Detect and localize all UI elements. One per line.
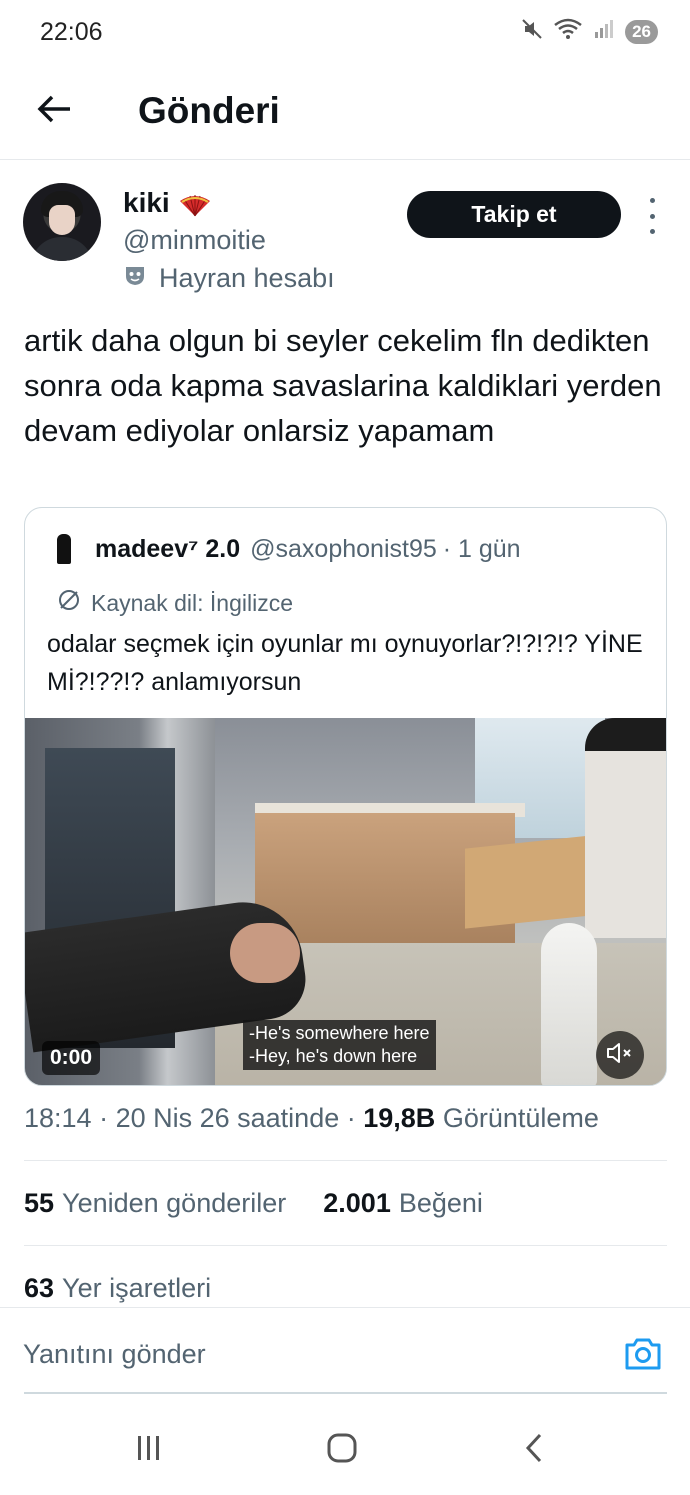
likes-stat[interactable]: 2.001 Beğeni <box>323 1188 483 1218</box>
signal-icon <box>593 18 615 45</box>
system-nav-bar <box>0 1400 690 1495</box>
video-player[interactable]: 0:00 -He's somewhere here -Hey, he's dow… <box>25 718 666 1085</box>
back-button[interactable] <box>30 86 80 136</box>
status-icons: 26 <box>521 18 658 45</box>
retweets-label: Yeniden gönderiler <box>62 1188 287 1218</box>
author-handle[interactable]: @minmoitie <box>123 225 266 256</box>
battery-indicator: 26 <box>625 19 658 44</box>
likes-count: 2.001 <box>323 1188 391 1218</box>
quoted-tweet[interactable]: madeev⁷ 2.0 @saxophonist95 · 1 gün Kayna… <box>24 507 667 1086</box>
engagement-stats: 55 Yeniden gönderiler 2.001 Beğeni <box>24 1188 483 1219</box>
follow-button[interactable]: Takip et <box>407 191 621 238</box>
more-options-button[interactable] <box>640 198 664 234</box>
system-back-button[interactable] <box>515 1430 555 1470</box>
bookmarks-stat[interactable]: 63 Yer işaretleri <box>24 1273 211 1304</box>
video-duration: 0:00 <box>42 1041 101 1075</box>
quote-text: odalar seçmek için oyunlar mı oynuyorlar… <box>47 630 643 696</box>
quote-time: · 1 gün <box>442 534 521 563</box>
retweets-stat[interactable]: 55 Yeniden gönderiler <box>24 1188 294 1218</box>
bookmarks-label: Yer işaretleri <box>62 1273 212 1303</box>
quote-header: madeev⁷ 2.0 @saxophonist95 · 1 gün <box>47 532 521 566</box>
page-title: Gönderi <box>138 90 280 131</box>
home-icon <box>325 1431 359 1470</box>
camera-button[interactable] <box>623 1336 663 1376</box>
retweets-count: 55 <box>24 1188 55 1218</box>
back-icon <box>520 1431 550 1470</box>
status-time: 22:06 <box>40 18 103 46</box>
reply-bar: Yanıtını gönder <box>0 1307 690 1394</box>
status-bar: 22:06 26 <box>0 0 690 64</box>
quote-author-name: madeev⁷ 2.0 <box>95 534 241 563</box>
subtitle-line-2: -Hey, he's down here <box>249 1046 418 1066</box>
reply-input[interactable]: Yanıtını gönder <box>23 1339 206 1370</box>
views-label: Görüntüleme <box>442 1103 599 1133</box>
fan-account-text: Hayran hesabı <box>159 263 335 293</box>
recents-icon <box>132 1432 164 1469</box>
tweet-meta: 18:14 · 20 Nis 26 saatinde · 19,8B Görün… <box>24 1103 599 1134</box>
avatar[interactable] <box>23 183 101 261</box>
author-name-text: kiki <box>123 187 170 218</box>
likes-label: Beğeni <box>398 1188 483 1218</box>
tweet-time: 18:14 <box>24 1103 92 1133</box>
subtitle-line-1: -He's somewhere here <box>249 1023 430 1043</box>
recents-button[interactable] <box>128 1430 168 1470</box>
tweet-date: · 20 Nis 26 saatinde · <box>99 1103 356 1133</box>
fan-account-label: Hayran hesabı <box>123 263 335 294</box>
folding-fan-emoji <box>178 192 212 217</box>
wifi-icon <box>553 18 583 45</box>
translation-source[interactable]: Kaynak dil: İngilizce <box>57 588 293 618</box>
translate-icon <box>57 588 81 618</box>
mute-button[interactable] <box>596 1031 644 1079</box>
translation-source-text: Kaynak dil: İngilizce <box>91 589 293 616</box>
reply-underline <box>24 1392 667 1394</box>
quote-author-handle: @saxophonist95 <box>250 534 437 563</box>
divider <box>24 1245 667 1246</box>
camera-icon <box>623 1338 663 1376</box>
video-subtitles: -He's somewhere here -Hey, he's down her… <box>243 1020 436 1070</box>
quote-avatar <box>47 532 81 566</box>
bookmarks-count: 63 <box>24 1273 55 1303</box>
speaker-muted-icon <box>606 1041 634 1070</box>
divider <box>24 1160 667 1161</box>
author-name[interactable]: kiki <box>123 187 212 219</box>
arrow-left-icon <box>37 94 73 129</box>
tweet-text: artik daha olgun bi seyler cekelim fln d… <box>24 323 662 448</box>
tweet-author: kiki @minmoitie Hayran hesabı Takip et <box>0 180 690 300</box>
mute-icon <box>521 18 543 45</box>
views-count: 19,8B <box>363 1103 436 1133</box>
mask-icon <box>123 263 147 294</box>
header: Gönderi <box>0 64 690 160</box>
home-button[interactable] <box>322 1430 362 1470</box>
